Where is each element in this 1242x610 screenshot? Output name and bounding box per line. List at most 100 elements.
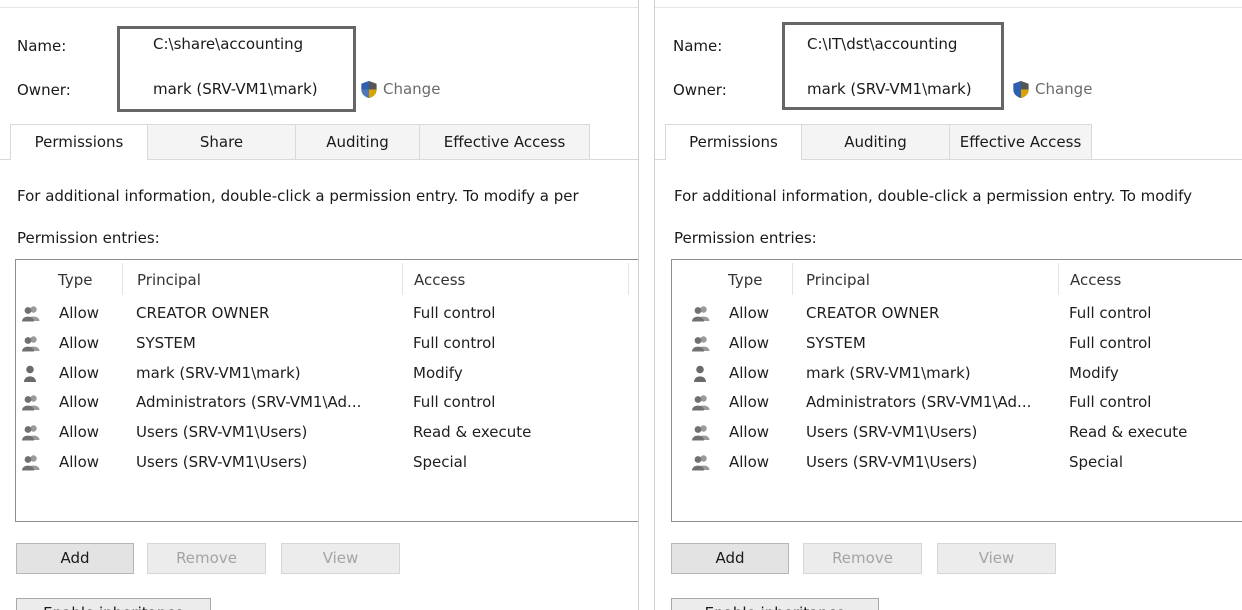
table-row[interactable]: Allow SYSTEM Full control — [672, 329, 1242, 358]
shield-icon — [1013, 80, 1029, 99]
panel-divider — [638, 0, 639, 610]
owner-value: mark (SRV-VM1\mark) — [153, 80, 318, 98]
tab-effective-access[interactable]: Effective Access — [950, 124, 1092, 159]
remove-button[interactable]: Remove — [147, 543, 266, 574]
tab-auditing[interactable]: Auditing — [802, 124, 950, 159]
list-header: Type Principal Access — [672, 260, 1242, 298]
row-access: Read & execute — [413, 423, 532, 441]
column-access[interactable]: Access — [1070, 260, 1121, 298]
right-security-panel: Name: C:\IT\dst\accounting Owner: mark (… — [655, 0, 1242, 610]
row-access: Full control — [1069, 304, 1152, 322]
row-principal: SYSTEM — [806, 334, 866, 352]
row-principal: Users (SRV-VM1\Users) — [136, 453, 308, 471]
row-access: Special — [1069, 453, 1124, 471]
view-button[interactable]: View — [937, 543, 1056, 574]
column-type[interactable]: Type — [58, 260, 92, 298]
row-access: Full control — [1069, 393, 1152, 411]
group-icon — [22, 306, 40, 322]
row-principal: mark (SRV-VM1\mark) — [806, 364, 971, 382]
owner-value: mark (SRV-VM1\mark) — [807, 80, 972, 98]
row-type: Allow — [729, 393, 770, 411]
top-border — [655, 7, 1242, 8]
left-security-panel: Name: C:\share\accounting Owner: mark (S… — [0, 0, 638, 610]
change-owner-link[interactable]: Change — [1035, 80, 1092, 98]
group-icon — [22, 455, 40, 471]
table-row[interactable]: Allow CREATOR OWNER Full control — [16, 299, 638, 328]
name-value: C:\IT\dst\accounting — [807, 35, 958, 53]
tab-permissions[interactable]: Permissions — [10, 124, 148, 160]
shield-icon — [361, 80, 377, 99]
row-principal: CREATOR OWNER — [806, 304, 940, 322]
row-type: Allow — [729, 304, 770, 322]
enable-inheritance-button[interactable]: Enable inheritance — [671, 598, 879, 610]
column-principal[interactable]: Principal — [806, 260, 870, 298]
column-principal[interactable]: Principal — [137, 260, 201, 298]
row-access: Full control — [1069, 334, 1152, 352]
row-type: Allow — [59, 334, 100, 352]
row-principal: Users (SRV-VM1\Users) — [136, 423, 308, 441]
row-access: Read & execute — [1069, 423, 1188, 441]
table-row[interactable]: Allow mark (SRV-VM1\mark) Modify — [672, 359, 1242, 388]
tab-auditing[interactable]: Auditing — [296, 124, 420, 159]
info-text: For additional information, double-click… — [17, 187, 579, 205]
table-row[interactable]: Allow Administrators (SRV-VM1\Ad... Full… — [672, 388, 1242, 417]
row-access: Modify — [413, 364, 463, 382]
info-text: For additional information, double-click… — [674, 187, 1193, 205]
row-access: Special — [413, 453, 468, 471]
remove-button[interactable]: Remove — [803, 543, 922, 574]
column-separator — [628, 263, 629, 295]
table-row[interactable]: Allow Administrators (SRV-VM1\Ad... Full… — [16, 388, 638, 417]
column-type[interactable]: Type — [728, 260, 762, 298]
owner-label: Owner: — [17, 81, 71, 99]
row-type: Allow — [59, 364, 100, 382]
change-owner-link[interactable]: Change — [383, 80, 440, 98]
table-row[interactable]: Allow Users (SRV-VM1\Users) Special — [672, 448, 1242, 477]
tab-bar: Permissions Auditing Effective Access — [655, 124, 1242, 160]
view-button[interactable]: View — [281, 543, 400, 574]
row-principal: Administrators (SRV-VM1\Ad... — [806, 393, 1032, 411]
row-type: Allow — [59, 304, 100, 322]
row-principal: SYSTEM — [136, 334, 196, 352]
column-separator — [792, 263, 793, 295]
row-access: Full control — [413, 393, 496, 411]
table-row[interactable]: Allow Users (SRV-VM1\Users) Special — [16, 448, 638, 477]
column-separator — [122, 263, 123, 295]
row-access: Full control — [413, 334, 496, 352]
permission-entries-list[interactable]: Type Principal Access Allow CREATOR OWNE… — [15, 259, 638, 522]
table-row[interactable]: Allow Users (SRV-VM1\Users) Read & execu… — [16, 418, 638, 447]
row-principal: Users (SRV-VM1\Users) — [806, 453, 978, 471]
owner-label: Owner: — [673, 81, 727, 99]
row-access: Full control — [413, 304, 496, 322]
group-icon — [692, 336, 710, 352]
table-row[interactable]: Allow mark (SRV-VM1\mark) Modify — [16, 359, 638, 388]
group-icon — [22, 395, 40, 411]
top-border — [0, 7, 638, 8]
row-type: Allow — [729, 364, 770, 382]
row-access: Modify — [1069, 364, 1119, 382]
column-separator — [402, 263, 403, 295]
add-button[interactable]: Add — [16, 543, 134, 574]
row-principal: CREATOR OWNER — [136, 304, 270, 322]
group-icon — [692, 425, 710, 441]
row-type: Allow — [729, 423, 770, 441]
tab-bar: Permissions Share Auditing Effective Acc… — [0, 124, 638, 160]
permission-entries-label: Permission entries: — [17, 229, 160, 247]
table-row[interactable]: Allow Users (SRV-VM1\Users) Read & execu… — [672, 418, 1242, 447]
row-type: Allow — [59, 453, 100, 471]
tab-permissions[interactable]: Permissions — [665, 124, 802, 160]
table-row[interactable]: Allow SYSTEM Full control — [16, 329, 638, 358]
permission-entries-list[interactable]: Type Principal Access Allow CREATOR OWNE… — [671, 259, 1242, 522]
row-type: Allow — [59, 423, 100, 441]
tab-share[interactable]: Share — [148, 124, 296, 159]
enable-inheritance-button[interactable]: Enable inheritance — [16, 598, 211, 610]
user-icon — [24, 365, 36, 382]
column-access[interactable]: Access — [414, 260, 465, 298]
group-icon — [22, 336, 40, 352]
group-icon — [692, 455, 710, 471]
row-type: Allow — [729, 453, 770, 471]
group-icon — [692, 306, 710, 322]
table-row[interactable]: Allow CREATOR OWNER Full control — [672, 299, 1242, 328]
tab-effective-access[interactable]: Effective Access — [420, 124, 590, 159]
add-button[interactable]: Add — [671, 543, 789, 574]
group-icon — [692, 395, 710, 411]
